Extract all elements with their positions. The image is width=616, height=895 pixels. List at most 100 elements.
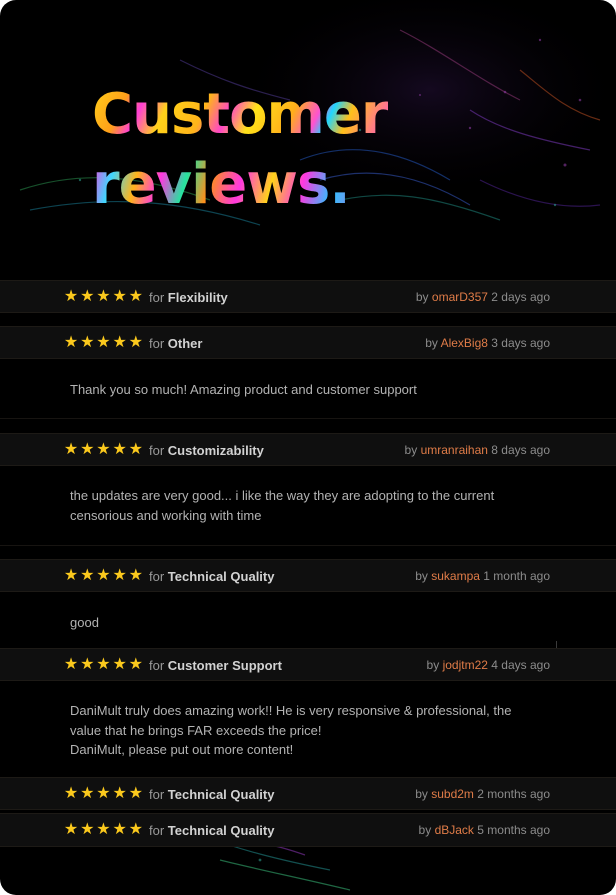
review-category: for Customizability	[149, 443, 264, 459]
review-text: value that he brings FAR exceeds the pri…	[70, 723, 322, 738]
author-link[interactable]: omarD357	[432, 290, 488, 304]
star-icon: ★	[80, 288, 95, 305]
review-text: DaniMult, please put out more content!	[70, 742, 294, 757]
star-rating: ★ ★ ★ ★ ★	[63, 441, 144, 459]
star-icon: ★	[112, 441, 127, 458]
star-icon: ★	[128, 821, 144, 838]
star-icon: ★	[80, 785, 95, 802]
star-icon: ★	[80, 334, 95, 351]
star-icon: ★	[96, 288, 111, 305]
category-name: Technical Quality	[167, 787, 275, 802]
star-icon: ★	[112, 288, 127, 305]
star-icon: ★	[96, 441, 111, 458]
star-icon: ★	[112, 821, 127, 838]
review-text: the updates are very good... i like the …	[70, 488, 495, 503]
star-icon: ★	[63, 821, 79, 838]
star-icon: ★	[128, 334, 144, 351]
review-time: 1 month ago	[483, 569, 550, 583]
title-line-1: Customer	[92, 82, 388, 147]
star-icon: ★	[63, 567, 79, 584]
review-body: Thank you so much! Amazing product and c…	[0, 359, 616, 419]
title-line-2: reviews.	[92, 156, 388, 214]
by-label: by	[415, 290, 429, 304]
review-body: the updates are very good... i like the …	[0, 466, 616, 546]
by-label: by	[404, 443, 418, 457]
review-time: 3 days ago	[491, 336, 550, 350]
star-icon: ★	[80, 821, 95, 838]
star-icon: ★	[112, 334, 127, 351]
for-label: for	[149, 823, 165, 838]
review-text: censorious and working with time	[70, 508, 262, 523]
review-meta: by AlexBig8 3 days ago	[425, 335, 550, 351]
author-link[interactable]: jodjtm22	[443, 658, 488, 672]
review-header: ★ ★ ★ ★ ★ for Technical Quality by subd2m 2 …	[0, 777, 616, 810]
review-text: good	[70, 615, 99, 630]
for-label: for	[149, 443, 165, 458]
review-meta: by subd2m 2 months ago	[415, 786, 550, 802]
star-icon: ★	[63, 334, 79, 351]
review-meta: by umranraihan 8 days ago	[405, 442, 550, 458]
review-body: good	[0, 592, 616, 649]
review-category: for Technical Quality	[149, 569, 274, 585]
category-name: Technical Quality	[167, 569, 275, 584]
review-meta: by dBJack 5 months ago	[419, 822, 550, 838]
star-rating: ★ ★ ★ ★ ★	[63, 656, 144, 674]
star-icon: ★	[96, 567, 111, 584]
star-icon: ★	[63, 288, 79, 305]
author-link[interactable]: subd2m	[431, 787, 474, 801]
review-time: 4 days ago	[491, 658, 550, 672]
star-icon: ★	[112, 785, 127, 802]
author-link[interactable]: sukampa	[431, 569, 480, 583]
review-header: ★ ★ ★ ★ ★ for Flexibility by omarD357 2 days…	[0, 280, 616, 313]
review-body: DaniMult truly does amazing work!! He is…	[0, 681, 616, 777]
review-text: DaniMult truly does amazing work!! He is…	[70, 703, 512, 718]
review-time: 5 months ago	[477, 823, 550, 837]
author-link[interactable]: umranraihan	[421, 443, 488, 457]
star-rating: ★ ★ ★ ★ ★	[63, 567, 144, 585]
category-name: Technical Quality	[167, 823, 275, 838]
review-meta: by jodjtm22 4 days ago	[427, 657, 550, 673]
star-icon: ★	[96, 334, 111, 351]
review-category: for Other	[149, 336, 202, 352]
star-icon: ★	[96, 785, 111, 802]
star-icon: ★	[96, 656, 111, 673]
star-icon: ★	[80, 567, 95, 584]
star-icon: ★	[80, 441, 95, 458]
review-text: Thank you so much! Amazing product and c…	[70, 382, 417, 397]
for-label: for	[149, 658, 165, 673]
for-label: for	[149, 336, 165, 351]
review-category: for Flexibility	[149, 290, 228, 306]
by-label: by	[415, 787, 428, 801]
review-header: ★ ★ ★ ★ ★ for Customizability by umranraihan…	[0, 433, 616, 466]
review-category: for Customer Support	[149, 658, 282, 674]
category-name: Customizability	[167, 443, 264, 458]
for-label: for	[149, 787, 165, 802]
for-label: for	[149, 569, 165, 584]
star-icon: ★	[63, 785, 79, 802]
by-label: by	[415, 569, 428, 583]
star-rating: ★ ★ ★ ★ ★	[63, 288, 144, 306]
by-label: by	[425, 336, 438, 350]
star-rating: ★ ★ ★ ★ ★	[63, 334, 144, 352]
review-time: 2 months ago	[477, 787, 550, 801]
star-rating: ★ ★ ★ ★ ★	[63, 785, 144, 803]
category-name: Flexibility	[167, 290, 228, 305]
review-category: for Technical Quality	[149, 787, 274, 803]
reviews-card: Customer reviews. ★ ★ ★ ★ ★ for Flexibility …	[0, 0, 616, 895]
author-link[interactable]: AlexBig8	[441, 336, 488, 350]
star-rating: ★ ★ ★ ★ ★	[63, 821, 144, 839]
star-icon: ★	[128, 656, 144, 673]
review-time: 2 days ago	[491, 290, 550, 304]
star-icon: ★	[96, 821, 111, 838]
hero-banner: Customer reviews.	[0, 0, 616, 280]
review-meta: by sukampa 1 month ago	[415, 568, 550, 584]
category-name: Customer Support	[167, 658, 282, 673]
review-header: ★ ★ ★ ★ ★ for Technical Quality by dBJack 5 …	[0, 813, 616, 847]
star-icon: ★	[63, 441, 79, 458]
star-icon: ★	[112, 567, 127, 584]
review-time: 8 days ago	[491, 443, 550, 457]
star-icon: ★	[128, 441, 144, 458]
star-icon: ★	[80, 656, 95, 673]
by-label: by	[426, 658, 440, 672]
author-link[interactable]: dBJack	[435, 823, 474, 837]
